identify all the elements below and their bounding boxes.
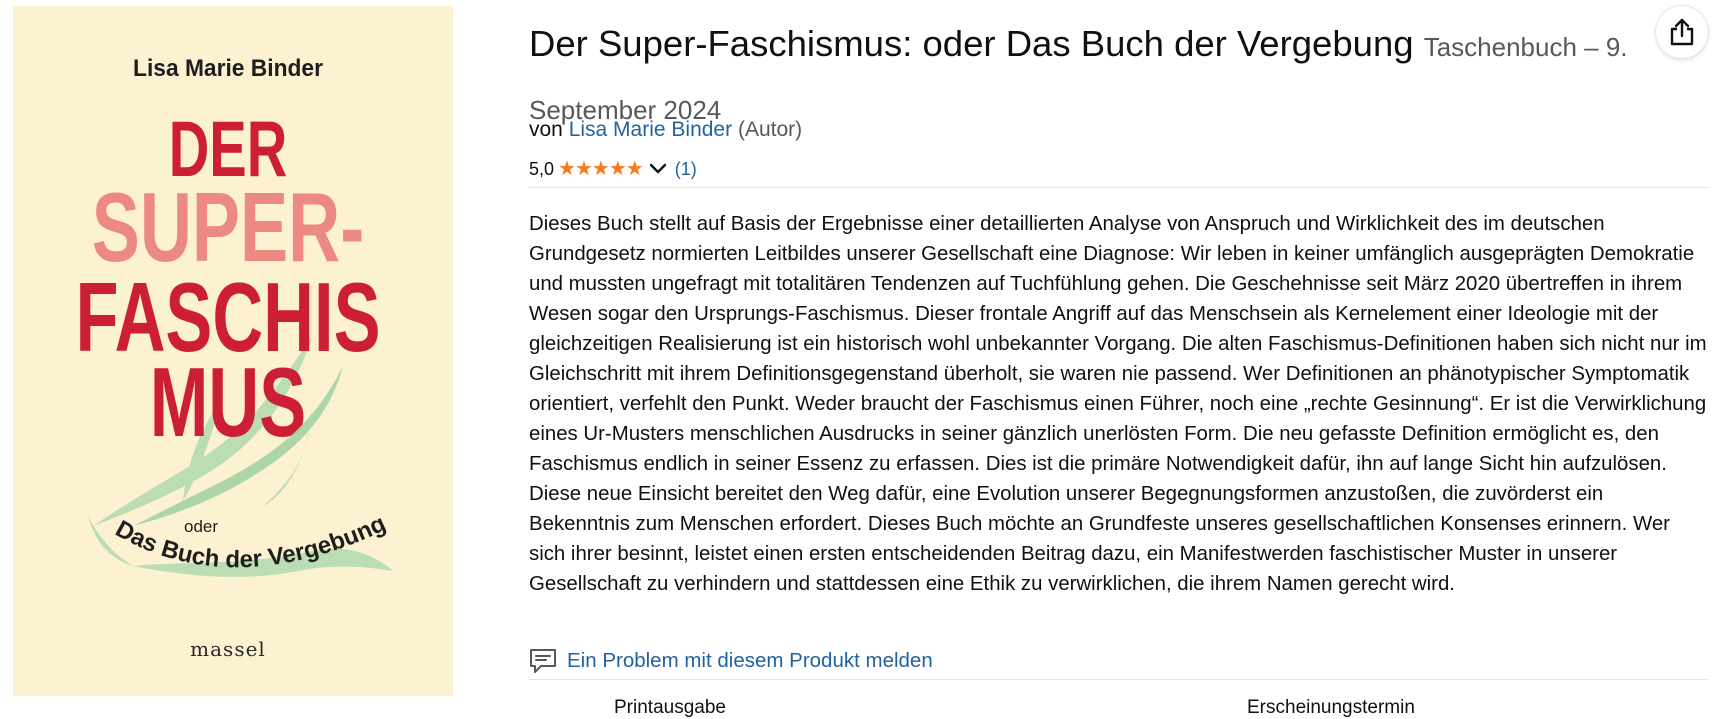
author-link[interactable]: Lisa Marie Binder	[569, 118, 732, 141]
rating-count-link[interactable]: (1)	[675, 159, 697, 180]
product-title: Der Super-Faschismus: oder Das Buch der …	[529, 23, 1414, 64]
star-icon: ★	[625, 158, 644, 180]
cover-oder: oder	[184, 517, 218, 536]
rating-summary: 5,0 ★ ★ ★ ★ ★ (1)	[529, 156, 697, 182]
byline: von Lisa Marie Binder (Autor)	[529, 115, 802, 145]
book-cover-image[interactable]: Lisa Marie Binder DER SUPER- FASCHIS MUS…	[13, 6, 453, 696]
byline-prefix: von	[529, 118, 563, 141]
share-icon	[1670, 18, 1694, 46]
cover-artwork: Lisa Marie Binder DER SUPER- FASCHIS MUS…	[13, 6, 453, 696]
cover-title-line-4: MUS	[150, 347, 306, 457]
rating-value: 5,0	[529, 158, 555, 179]
star-icon: ★	[591, 158, 610, 180]
cover-publisher-logo: massel	[190, 637, 266, 661]
author-role: (Autor)	[737, 118, 803, 141]
share-button[interactable]	[1656, 6, 1708, 58]
detail-label-print-length: Printausgabe	[614, 697, 726, 718]
star-icon: ★	[574, 158, 593, 180]
divider	[529, 679, 1709, 680]
detail-label-release-date: Erscheinungstermin	[1247, 697, 1415, 718]
rating-stars[interactable]: ★ ★ ★ ★ ★	[558, 158, 644, 180]
star-icon: ★	[608, 158, 627, 180]
report-problem-link[interactable]: Ein Problem mit diesem Produkt melden	[529, 646, 933, 676]
cover-author: Lisa Marie Binder	[133, 54, 323, 81]
product-description: Dieses Buch stellt auf Basis der Ergebni…	[529, 213, 1707, 595]
speech-bubble-icon	[529, 648, 557, 674]
report-problem-label: Ein Problem mit diesem Produkt melden	[567, 649, 933, 672]
chevron-down-icon	[649, 163, 666, 174]
divider	[529, 187, 1709, 188]
star-icon: ★	[558, 158, 576, 180]
rating-dropdown-toggle[interactable]	[649, 163, 667, 175]
